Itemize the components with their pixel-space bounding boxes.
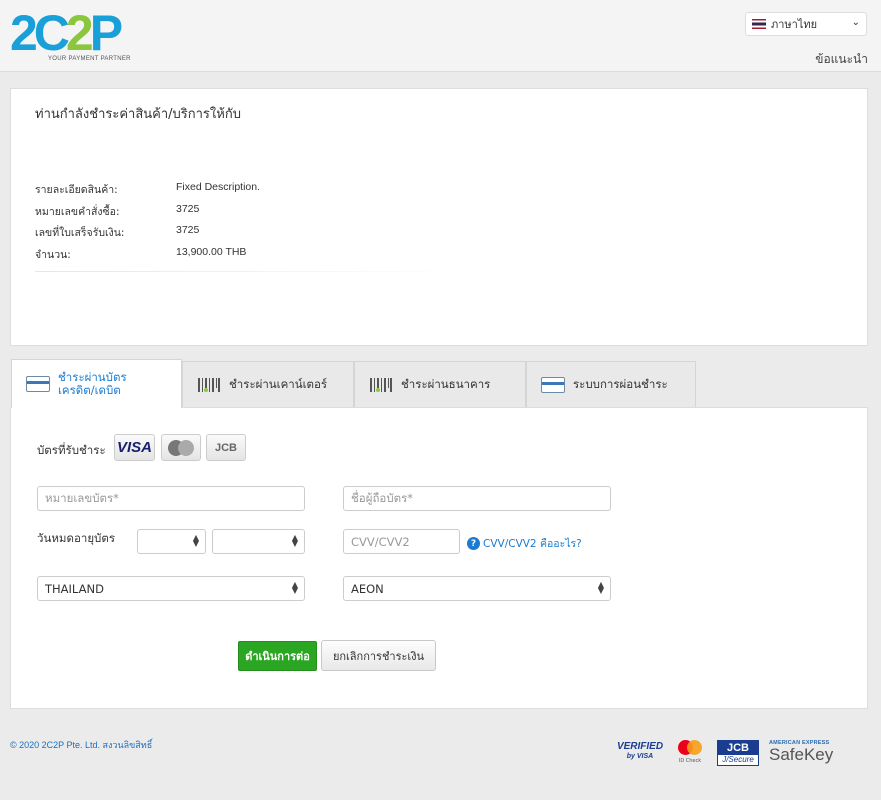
- copyright-text: © 2020 2C2P Pte. Ltd. สงวนลิขสิทธิ์: [10, 740, 153, 750]
- tab-bank-payment[interactable]: ชำระผ่านธนาคาร: [354, 361, 526, 407]
- card-holder-input[interactable]: ชื่อผู้ถือบัตร*: [343, 486, 611, 511]
- tab-counter-payment[interactable]: ชำระผ่านเคาน์เตอร์: [182, 361, 354, 407]
- credit-card-icon: [541, 376, 565, 393]
- tab-bank-label: ชำระผ่านธนาคาร: [401, 376, 491, 391]
- amount-label: จำนวน:: [35, 249, 71, 261]
- tab-credit-label-line2: เครดิต/เดบิต: [58, 383, 121, 397]
- verified-by-visa-badge: VERIFIED by VISA: [616, 736, 664, 768]
- card-number-placeholder: หมายเลขบัตร*: [45, 490, 119, 505]
- merchant-title: ท่านกำลังชำระค่าสินค้า/บริการให้กับ: [35, 107, 241, 122]
- cvv-input[interactable]: CVV/CVV2: [343, 529, 460, 554]
- cancel-payment-button[interactable]: ยกเลิกการชำระเงิน: [321, 640, 436, 671]
- logo-wordmark: 2C2P: [10, 5, 123, 61]
- barcode-icon: [198, 377, 220, 392]
- jcb-logo-text: JCB: [214, 441, 237, 454]
- vbv-line2: by VISA: [626, 753, 654, 760]
- amex-safekey-badge: AMERICAN EXPRESS SafeKey: [769, 736, 847, 768]
- receipt-number-value: 3725: [176, 224, 200, 236]
- jcb-badge-line1: JCB: [718, 741, 758, 755]
- updown-arrows-icon: ▲ ▼: [291, 580, 298, 595]
- updown-arrows-icon: ▲ ▼: [597, 580, 604, 595]
- continue-button[interactable]: ดำเนินการต่อ: [238, 641, 317, 671]
- jcb-logo: JCB: [206, 434, 246, 461]
- logo-2c2p[interactable]: 2C2P YOUR PAYMENT PARTNER: [10, 8, 160, 66]
- updown-arrows-icon: ▲ ▼: [192, 533, 199, 548]
- cvv-help-text: CVV/CVV2 คืออะไร?: [483, 538, 582, 550]
- issuer-bank-select[interactable]: AEON ▲ ▼: [343, 576, 611, 601]
- barcode-icon: [370, 377, 392, 392]
- expiry-month-select[interactable]: ▲ ▼: [137, 529, 206, 554]
- country-value: THAILAND: [45, 581, 104, 596]
- chevron-down-icon: ⌄: [851, 17, 860, 28]
- country-select[interactable]: THAILAND ▲ ▼: [37, 576, 305, 601]
- order-number-label: หมายเลขคำสั่งซื้อ:: [35, 206, 120, 218]
- mastercard-id-check-badge: ID Check: [676, 736, 704, 768]
- card-payment-form: บัตรที่รับชำระ VISA JCB หมายเลขบัตร* ชื่…: [10, 407, 868, 709]
- mc-id-check-text: ID Check: [678, 758, 702, 764]
- visa-logo-text: VISA: [116, 439, 152, 456]
- tab-installment-label: ระบบการผ่อนชำระ: [573, 376, 668, 391]
- expiry-year-select[interactable]: ▲ ▼: [212, 529, 305, 554]
- language-select[interactable]: ภาษาไทย ⌄: [745, 12, 867, 36]
- credit-card-icon: [26, 376, 50, 392]
- jcb-jsecure-badge: JCB J/Secure: [717, 740, 759, 766]
- tab-credit-debit-label: ชำระผ่านบัตร เครดิต/เดบิต: [58, 371, 127, 397]
- cvv-placeholder: CVV/CVV2: [351, 534, 410, 549]
- card-number-input[interactable]: หมายเลขบัตร*: [37, 486, 305, 511]
- thai-flag-icon: [752, 19, 766, 29]
- language-label: ภาษาไทย: [771, 18, 818, 31]
- tab-installment[interactable]: ระบบการผ่อนชำระ: [526, 361, 696, 407]
- cvv-help-link[interactable]: ? CVV/CVV2 คืออะไร?: [467, 535, 582, 552]
- vbv-line1: VERIFIED: [616, 741, 664, 752]
- order-number-value: 3725: [176, 203, 200, 215]
- question-mark-icon: ?: [467, 537, 480, 550]
- logo-tagline: YOUR PAYMENT PARTNER: [48, 56, 131, 62]
- product-description-label: รายละเอียดสินค้า:: [35, 184, 118, 196]
- accepted-cards-label: บัตรที่รับชำระ: [37, 443, 106, 457]
- mastercard-icon: [168, 439, 194, 456]
- visa-logo: VISA: [114, 434, 155, 461]
- help-link[interactable]: ข้อแนะนำ: [815, 50, 868, 69]
- expiry-label: วันหมดอายุบัตร: [37, 531, 115, 545]
- header: 2C2P YOUR PAYMENT PARTNER ภาษาไทย ⌄ ข้อแ…: [0, 0, 881, 72]
- amex-badge-line2: SafeKey: [769, 745, 834, 764]
- product-description-value: Fixed Description.: [176, 181, 261, 193]
- updown-arrows-icon: ▲ ▼: [291, 533, 298, 548]
- tab-counter-label: ชำระผ่านเคาน์เตอร์: [229, 376, 328, 391]
- amount-value: 13,900.00 THB: [176, 246, 247, 258]
- issuer-value: AEON: [351, 581, 384, 596]
- receipt-number-label: เลขที่ใบเสร็จรับเงิน:: [35, 227, 125, 239]
- jcb-badge-line2: J/Secure: [722, 755, 754, 764]
- tab-credit-label-line1: ชำระผ่านบัตร: [58, 370, 127, 384]
- mastercard-logo: [161, 434, 201, 461]
- merchant-info-panel: ท่านกำลังชำระค่าสินค้า/บริการให้กับ รายล…: [10, 88, 868, 346]
- card-holder-placeholder: ชื่อผู้ถือบัตร*: [351, 490, 414, 505]
- tab-credit-debit-card[interactable]: ชำระผ่านบัตร เครดิต/เดบิต: [11, 359, 182, 408]
- mastercard-icon: [678, 740, 702, 756]
- merchant-divider: [35, 271, 465, 272]
